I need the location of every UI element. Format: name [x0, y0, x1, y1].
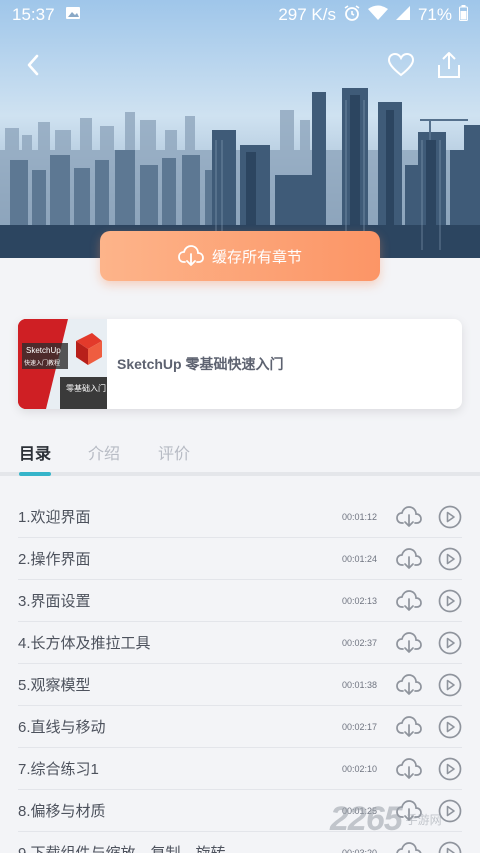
course-card[interactable]: SketchUp 快速入门教程 零基础入门 SketchUp 零基础快速入门 [18, 319, 462, 409]
download-icon[interactable] [396, 715, 422, 744]
chapter-duration: 00:02:37 [342, 637, 378, 648]
tab-intro[interactable]: 介绍 [88, 440, 120, 464]
network-speed: 297 K/s [278, 5, 336, 24]
chapter-title: 2.操作界面 [18, 551, 91, 568]
battery-icon [459, 4, 468, 26]
city-skyline-image [0, 88, 480, 258]
thumb-line-1: SketchUp [26, 346, 61, 355]
chapter-duration: 00:03:20 [342, 847, 378, 853]
wifi-icon [367, 5, 388, 26]
download-icon[interactable] [396, 757, 422, 786]
back-button[interactable] [18, 50, 48, 80]
tab-bar: 目录 介绍 评价 [0, 426, 480, 476]
play-icon[interactable] [438, 589, 462, 618]
chapter-row[interactable]: 3.界面设置 00:02:13 [18, 580, 462, 622]
chapter-duration: 00:02:17 [342, 721, 378, 732]
share-icon [438, 52, 460, 78]
chapter-duration: 00:01:38 [342, 679, 378, 690]
chapter-duration: 00:02:10 [342, 763, 378, 774]
watermark-number: 2265 [330, 800, 403, 838]
favorite-button[interactable] [386, 50, 416, 80]
play-icon[interactable] [438, 673, 462, 702]
download-icon[interactable] [396, 589, 422, 618]
chapter-title: 3.界面设置 [18, 593, 91, 610]
chapter-row[interactable]: 5.观察模型 00:01:38 [18, 664, 462, 706]
play-icon[interactable] [438, 841, 462, 853]
chapter-row[interactable]: 4.长方体及推拉工具 00:02:37 [18, 622, 462, 664]
chapter-row[interactable]: 6.直线与移动 00:02:17 [18, 706, 462, 748]
chapter-title: 6.直线与移动 [18, 719, 106, 736]
chevron-left-icon [27, 54, 39, 76]
chapter-duration: 00:01:12 [342, 511, 378, 522]
download-icon[interactable] [396, 841, 422, 853]
play-icon[interactable] [438, 547, 462, 576]
image-icon [65, 5, 81, 25]
watermark: 2265 手游网 [330, 800, 442, 839]
status-time: 15:37 [12, 5, 55, 24]
chapter-title: 5.观察模型 [18, 677, 91, 694]
chapter-row[interactable]: 7.综合练习1 00:02:10 [18, 748, 462, 790]
download-icon[interactable] [396, 505, 422, 534]
alarm-icon [343, 4, 361, 27]
chapter-title: 9.下载组件与缩放、复制、旋转 [18, 842, 226, 853]
battery-percent: 71% [417, 5, 452, 24]
signal-icon [395, 5, 411, 26]
hero-banner [0, 0, 480, 258]
download-icon[interactable] [396, 631, 422, 660]
play-icon[interactable] [438, 757, 462, 786]
share-button[interactable] [434, 50, 464, 80]
download-icon[interactable] [396, 673, 422, 702]
download-icon[interactable] [396, 547, 422, 576]
chapter-title: 8.偏移与材质 [18, 803, 106, 820]
chapter-title: 7.综合练习1 [18, 761, 99, 778]
chapter-title: 4.长方体及推拉工具 [18, 635, 151, 652]
status-bar: 15:37 297 K/s 71% [0, 0, 480, 30]
course-thumbnail: SketchUp 快速入门教程 零基础入门 [18, 319, 107, 409]
tab-reviews[interactable]: 评价 [158, 440, 190, 464]
course-title: SketchUp 零基础快速入门 [117, 356, 284, 372]
chapter-title: 1.欢迎界面 [18, 509, 91, 526]
watermark-text: 手游网 [405, 813, 442, 827]
play-icon[interactable] [438, 631, 462, 660]
cache-all-label: 缓存所有章节 [211, 248, 302, 266]
chapter-duration: 00:02:13 [342, 595, 378, 606]
active-tab-indicator [19, 472, 51, 476]
play-icon[interactable] [438, 505, 462, 534]
thumb-line-2: 快速入门教程 [24, 361, 61, 367]
play-icon[interactable] [438, 715, 462, 744]
thumb-line-3: 零基础入门 [66, 384, 106, 393]
heart-icon [387, 52, 415, 77]
chapter-row[interactable]: 1.欢迎界面 00:01:12 [18, 496, 462, 538]
cloud-download-icon [178, 245, 204, 266]
tab-catalog[interactable]: 目录 [19, 440, 51, 464]
chapter-duration: 00:01:24 [342, 553, 378, 564]
chapter-row[interactable]: 2.操作界面 00:01:24 [18, 538, 462, 580]
cache-all-chapters-button[interactable]: 缓存所有章节 [100, 231, 380, 281]
